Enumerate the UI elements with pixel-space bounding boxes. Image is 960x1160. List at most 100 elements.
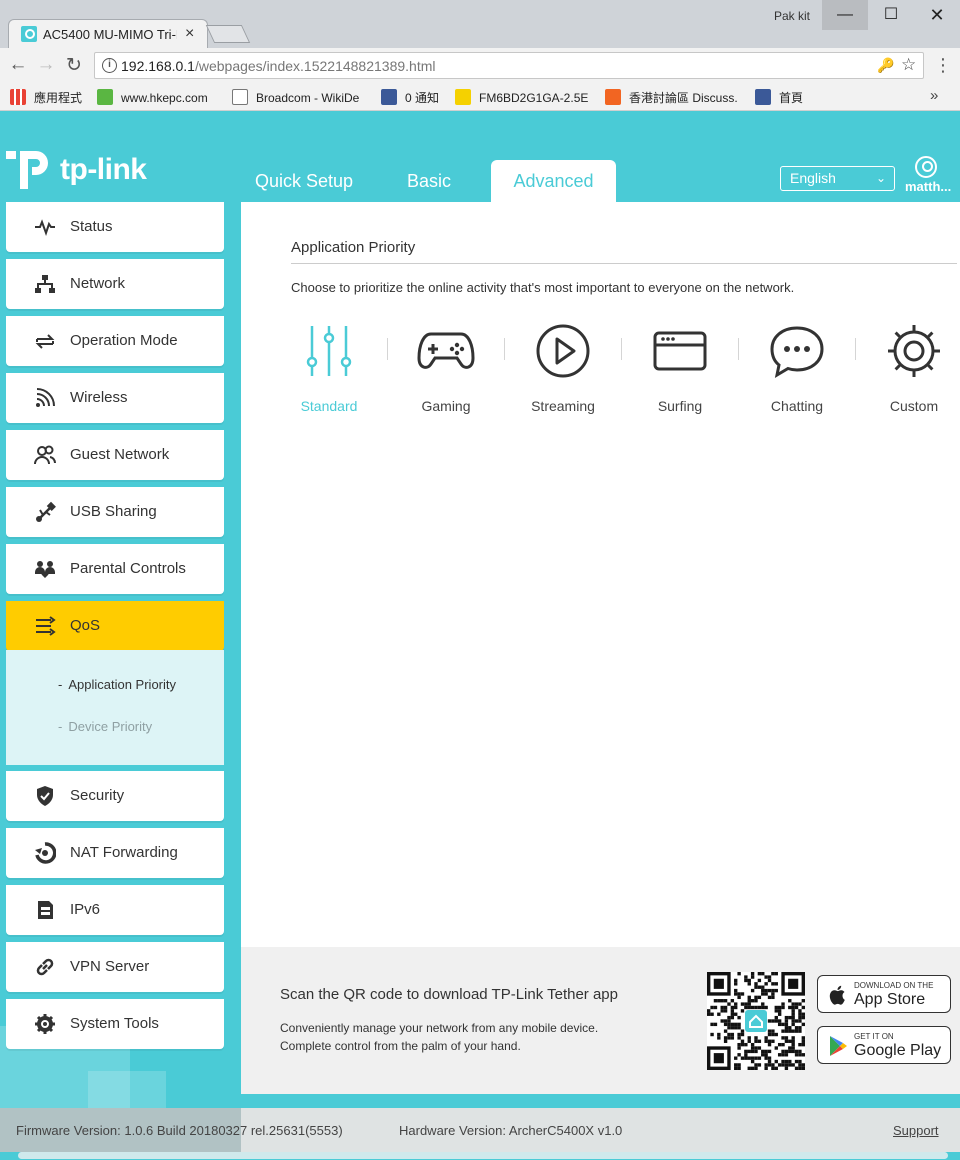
guest-network-icon	[34, 445, 56, 465]
chrome-menu-icon[interactable]: ⋮	[934, 55, 952, 76]
submenu-application-priority[interactable]: - Application Priority	[58, 677, 176, 692]
bookmarks-more-icon[interactable]: »	[930, 87, 938, 104]
browser-titlebar: AC5400 MU-MIMO Tri-B × Pak kit — ☐ ✕	[0, 0, 960, 48]
qr-code-icon	[707, 972, 805, 1070]
priority-option-chatting[interactable]: Chatting	[747, 320, 847, 420]
minimize-icon[interactable]: —	[822, 0, 868, 30]
priority-option-gaming[interactable]: Gaming	[396, 320, 496, 420]
sidebar-item-nat-forwarding[interactable]: NAT Forwarding	[6, 828, 224, 878]
priority-option-label: Standard	[300, 398, 358, 414]
tab-title: AC5400 MU-MIMO Tri-B	[43, 27, 177, 42]
hardware-version: Hardware Version: ArcherC5400X v1.0	[399, 1123, 623, 1138]
sidebar-item-status[interactable]: Status	[6, 202, 224, 252]
sidebar-item-qos[interactable]: QoS	[6, 601, 224, 651]
promo-title: Scan the QR code to download TP-Link Tet…	[280, 986, 618, 1003]
browser-toolbar: ← → ↻ i 192.168.0.1/webpages/index.15221…	[0, 48, 960, 84]
page-title: Application Priority	[291, 239, 416, 256]
priority-option-streaming[interactable]: Streaming	[513, 320, 613, 420]
priority-option-custom[interactable]: Custom	[864, 320, 960, 420]
maximize-icon[interactable]: ☐	[868, 0, 914, 30]
window-close-icon[interactable]: ✕	[914, 0, 960, 30]
new-tab-button[interactable]	[205, 25, 251, 43]
parental-controls-icon	[35, 561, 55, 578]
site-info-icon[interactable]: i	[102, 58, 117, 73]
bookmark-item[interactable]: 0 通知	[381, 89, 439, 106]
submenu-device-priority[interactable]: - Device Priority	[58, 719, 152, 734]
user-account-icon[interactable]	[915, 156, 937, 178]
sidebar-item-network[interactable]: Network	[6, 259, 224, 309]
sidebar-item-usb-sharing[interactable]: USB Sharing	[6, 487, 224, 537]
option-separator	[621, 338, 622, 360]
url-text[interactable]: 192.168.0.1/webpages/index.1522148821389…	[121, 58, 436, 74]
bookmarks-bar: 應用程式 www.hkepc.com Broadcom - WikiDe 0 通知 FM…	[0, 84, 960, 111]
store-name: Google Play	[854, 1042, 942, 1059]
sidebar-item-guest-network[interactable]: Guest Network	[6, 430, 224, 480]
back-arrow-icon[interactable]: ←	[6, 54, 30, 76]
tab-close-icon[interactable]: ×	[185, 25, 194, 43]
priority-option-surfing[interactable]: Surfing	[630, 320, 730, 420]
sidebar-item-system-tools[interactable]: System Tools	[6, 999, 224, 1049]
bookmark-item[interactable]: 首頁	[755, 89, 803, 106]
google-play-button[interactable]: GET IT ON Google Play	[817, 1026, 951, 1064]
support-link[interactable]: Support	[893, 1123, 939, 1138]
discuss-icon	[605, 89, 621, 105]
pikachu-icon	[455, 89, 471, 105]
sidebar-item-parental-controls[interactable]: Parental Controls	[6, 544, 224, 594]
ipv6-icon	[38, 901, 53, 919]
store-name: App Store	[854, 991, 926, 1008]
bookmark-label: 首頁	[779, 91, 804, 105]
sidebar-item-operation-mode[interactable]: Operation Mode	[6, 316, 224, 366]
play-icon	[536, 324, 590, 378]
sidebar-item-ipv6[interactable]: IPv6	[6, 885, 224, 935]
reload-icon[interactable]: ↻	[62, 54, 86, 77]
sidebar-item-label: Guest Network	[70, 446, 170, 463]
app-store-button[interactable]: DOWNLOAD ON THE App Store	[817, 975, 951, 1013]
bookmark-item[interactable]: FM6BD2G1GA-2.5E	[455, 89, 588, 105]
bookmark-item[interactable]: 應用程式	[10, 89, 82, 106]
bookmark-item[interactable]: 香港討論區 Discuss.	[605, 89, 738, 106]
promo-line: Conveniently manage your network from an…	[280, 1021, 599, 1035]
priority-option-label: Chatting	[770, 398, 824, 414]
main-content: Application Priority Choose to prioritiz…	[241, 202, 960, 947]
priority-option-label: Gaming	[421, 398, 471, 414]
sidebar-item-wireless[interactable]: Wireless	[6, 373, 224, 423]
sidebar-item-security[interactable]: Security	[6, 771, 224, 821]
bookmark-label: 應用程式	[34, 91, 83, 105]
user-name[interactable]: matth...	[905, 179, 951, 194]
page-icon	[232, 89, 248, 105]
priority-option-label: Custom	[889, 398, 939, 414]
priority-option-standard[interactable]: Standard	[279, 320, 379, 420]
profile-name[interactable]: Pak kit	[774, 9, 810, 23]
sidebar-item-label: Parental Controls	[70, 560, 186, 577]
status-pulse-icon	[35, 219, 55, 237]
option-separator	[387, 338, 388, 360]
browser-tab[interactable]: AC5400 MU-MIMO Tri-B ×	[8, 19, 208, 48]
bookmark-item[interactable]: Broadcom - WikiDe	[232, 89, 359, 105]
bookmark-star-icon[interactable]: ☆	[901, 55, 916, 75]
option-separator	[504, 338, 505, 360]
language-select[interactable]: English ⌄	[780, 166, 895, 191]
nat-forwarding-icon	[35, 842, 56, 864]
bookmark-label: FM6BD2G1GA-2.5E	[479, 91, 589, 105]
option-separator	[738, 338, 739, 360]
horizontal-scrollbar[interactable]	[18, 1152, 948, 1159]
sidebar-item-label: QoS	[70, 617, 101, 634]
bookmark-item[interactable]: www.hkepc.com	[97, 89, 208, 105]
qos-icon	[36, 616, 56, 636]
sidebar-item-label: Status	[70, 218, 113, 235]
tab-advanced[interactable]: Advanced	[491, 160, 616, 202]
router-admin: tp-link Quick Setup Basic Advanced Engli…	[0, 111, 960, 1160]
tab-quick-setup[interactable]: Quick Setup	[244, 160, 364, 202]
sidebar-item-vpn-server[interactable]: VPN Server	[6, 942, 224, 992]
google-play-icon	[830, 1036, 847, 1056]
hkepc-icon	[97, 89, 113, 105]
chat-bubble-icon	[770, 326, 824, 379]
forward-arrow-icon[interactable]: →	[34, 54, 58, 76]
option-separator	[855, 338, 856, 360]
sidebar-item-label: System Tools	[70, 1015, 159, 1032]
page-description: Choose to prioritize the online activity…	[291, 280, 795, 295]
tab-basic[interactable]: Basic	[394, 160, 464, 202]
facebook-icon	[755, 89, 771, 105]
address-bar[interactable]: i 192.168.0.1/webpages/index.15221488213…	[94, 52, 924, 79]
key-icon[interactable]: 🔑	[877, 57, 894, 74]
